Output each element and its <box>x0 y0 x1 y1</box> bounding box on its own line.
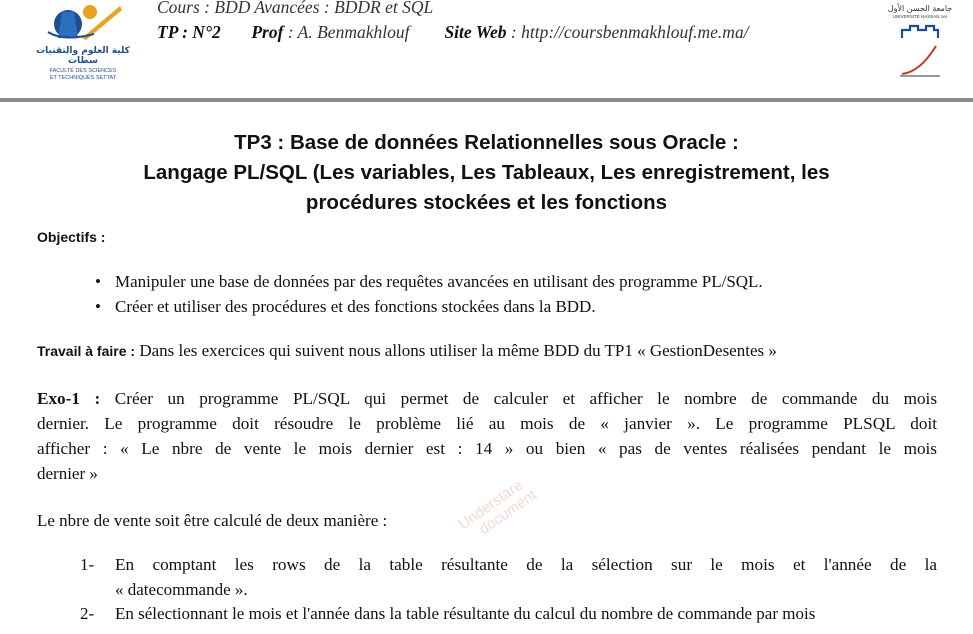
step-1-line-2: « datecommande ». <box>115 580 248 599</box>
exo1-line-1: Exo-1 : Créer un programme PL/SQL qui pe… <box>37 389 937 409</box>
step-number: 1- <box>80 555 95 574</box>
prof-label: Prof <box>251 22 284 42</box>
exo1-line-2: dernier. Le programme doit résoudre le p… <box>37 414 937 433</box>
exo1-label: Exo-1 : <box>37 389 101 408</box>
fst-settat-logo: كلية العلوم والتقنيات سطات FACULTÉ DES S… <box>34 2 132 88</box>
course-label: Cours : <box>157 0 210 17</box>
exo1-line-3: afficher : « Le nbre de vente le mois de… <box>37 439 937 458</box>
tp-label: TP : N°2 <box>157 22 221 42</box>
logo-left-fr2: ET TECHNIQUES SETTAT <box>49 75 117 81</box>
title-line-2: Langage PL/SQL (Les variables, Les Table… <box>143 161 830 184</box>
logo-left-fr1: FACULTÉ DES SCIENCES <box>49 68 117 74</box>
objectif-item: Manipuler une base de données par des re… <box>115 272 763 291</box>
travail-label: Travail à faire : <box>37 343 136 359</box>
header-course-line: Cours : BDD Avancées : BDDR et SQL <box>157 0 433 18</box>
step-2-line-1: En sélectionnant le mois et l'année dans… <box>115 604 816 623</box>
logo-left-arabic: كلية العلوم والتقنيات سطات <box>36 46 130 66</box>
step-1-line-1: En comptant les rows de la table résulta… <box>115 555 937 574</box>
course-value: BDD Avancées : BDDR et SQL <box>214 0 434 17</box>
step-number: 2- <box>80 604 95 623</box>
prof-value: : A. Benmakhlouf <box>287 22 410 42</box>
header-tp-line: TP : N°2 Prof : A. Benmakhlouf Site Web … <box>157 22 749 43</box>
header-separator <box>0 98 973 102</box>
page-header: كلية العلوم والتقنيات سطات FACULTÉ DES S… <box>0 0 973 100</box>
site-value[interactable]: : http://coursbenmakhlouf.me.ma/ <box>511 22 749 42</box>
travail-paragraph: Travail à faire : Dans les exercices qui… <box>37 341 937 361</box>
site-label: Site Web <box>444 22 507 42</box>
exo1-line-4: dernier » <box>37 464 98 483</box>
bullet-icon: • <box>95 297 101 316</box>
title-line-1: TP3 : Base de données Relationnelles sou… <box>234 131 739 154</box>
title-line-3: procédures stockées et les fonctions <box>305 191 668 214</box>
university-hassan-logo: جامعة الحسن الأول UNIVERSITÉ HASSAN 1er <box>880 4 960 80</box>
objectifs-label: Objectifs : <box>37 229 106 245</box>
bullet-icon: • <box>95 272 101 291</box>
travail-text: Dans les exercices qui suivent nous allo… <box>135 341 777 360</box>
exo1-text-1: Créer un programme PL/SQL qui permet de … <box>114 389 938 408</box>
objectif-item: Créer et utiliser des procédures et des … <box>115 297 596 316</box>
